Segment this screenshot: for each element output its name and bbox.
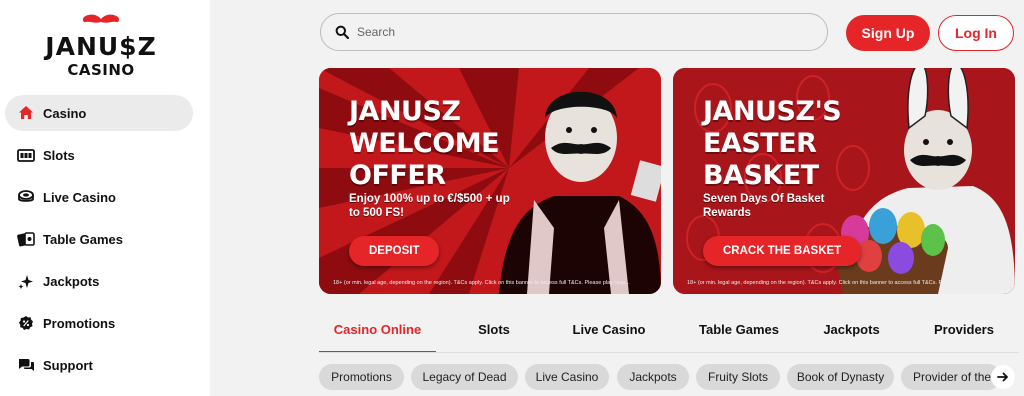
sidebar-item-casino[interactable]: Casino	[5, 95, 193, 131]
banner-fine-print: 18+ (or min. legal age, depending on the…	[687, 280, 984, 286]
tab-live-casino[interactable]: Live Casino	[559, 318, 659, 352]
chip-provider-of-the[interactable]: Provider of the	[901, 364, 1001, 390]
sidebar-item-label: Support	[43, 357, 93, 373]
deposit-button[interactable]: DEPOSIT	[349, 236, 440, 266]
sidebar-item-live-casino[interactable]: Live Casino	[5, 179, 193, 215]
search-icon	[335, 25, 349, 39]
banner-title-line: WELCOME	[349, 128, 500, 159]
banner-title-line: EASTER	[703, 128, 817, 159]
tab-casino-online[interactable]: Casino Online	[319, 318, 436, 352]
crack-the-basket-button[interactable]: CRACK THE BASKET	[703, 236, 862, 266]
sidebar-item-label: Casino	[43, 105, 87, 121]
sidebar-item-label: Promotions	[43, 315, 116, 331]
sidebar-item-table-games[interactable]: Table Games	[5, 221, 193, 257]
slot-machine-icon	[17, 146, 35, 164]
chat-icon	[17, 356, 35, 374]
sidebar-item-label: Table Games	[43, 231, 123, 247]
banner-fine-print: 18+ (or min. legal age, depending on the…	[333, 280, 630, 286]
banner-title-line: JANUSZ	[349, 96, 461, 127]
arrow-right-icon	[997, 372, 1008, 382]
sign-up-button[interactable]: Sign Up	[846, 15, 930, 51]
search-input[interactable]	[357, 25, 797, 39]
quick-filter-chips: Promotions Legacy of Dead Live Casino Ja…	[319, 364, 1024, 390]
sidebar-item-label: Live Casino	[43, 189, 116, 205]
sidebar-item-promotions[interactable]: Promotions	[5, 305, 193, 341]
tab-slots[interactable]: Slots	[454, 318, 534, 352]
live-chip-icon	[17, 188, 35, 206]
chip-promotions[interactable]: Promotions	[319, 364, 404, 390]
tabs-divider	[319, 352, 1019, 353]
home-icon	[17, 104, 35, 122]
banner-subtitle: Enjoy 100% up to €/$500 + up to 500 FS!	[349, 193, 510, 219]
banner-title: JANUSZ WELCOME OFFER	[349, 96, 500, 192]
sidebar: JANU$Z CASINO Casino Slots Live Casino T…	[0, 0, 210, 396]
app-root: JANU$Z CASINO Casino Slots Live Casino T…	[0, 0, 1024, 396]
logo-subtitle: CASINO	[67, 61, 135, 79]
tab-providers[interactable]: Providers	[914, 318, 1014, 352]
chip-live-casino[interactable]: Live Casino	[525, 364, 609, 390]
sparkle-icon	[17, 272, 35, 290]
chip-book-of-dynasty[interactable]: Book of Dynasty	[787, 364, 894, 390]
chip-fruity-slots[interactable]: Fruity Slots	[696, 364, 780, 390]
mustache-icon	[82, 14, 120, 23]
log-in-button[interactable]: Log In	[938, 15, 1014, 51]
casino-logo[interactable]: JANU$Z CASINO	[36, 10, 166, 80]
logo-wordmark: JANU$Z	[45, 32, 157, 61]
sidebar-item-label: Slots	[43, 147, 75, 163]
banner-title-line: BASKET	[703, 160, 819, 191]
cards-icon	[17, 230, 35, 248]
search-bar[interactable]	[320, 13, 828, 51]
category-tabs: Casino Online Slots Live Casino Table Ga…	[319, 318, 1019, 354]
tab-table-games[interactable]: Table Games	[674, 318, 804, 352]
chip-legacy-of-dead[interactable]: Legacy of Dead	[411, 364, 518, 390]
banner-title-line: OFFER	[349, 160, 446, 191]
banner-title: JANUSZ'S EASTER BASKET	[703, 96, 842, 192]
banner-title-line: JANUSZ'S	[703, 96, 842, 127]
welcome-offer-banner[interactable]: JANUSZ WELCOME OFFER Enjoy 100% up to €/…	[319, 68, 661, 294]
banner-subtitle: Seven Days Of Basket Rewards	[703, 193, 825, 219]
sidebar-item-label: Jackpots	[43, 273, 100, 289]
chips-scroll-right-button[interactable]	[991, 365, 1015, 389]
sidebar-item-jackpots[interactable]: Jackpots	[5, 263, 193, 299]
sidebar-item-slots[interactable]: Slots	[5, 137, 193, 173]
easter-basket-banner[interactable]: JANUSZ'S EASTER BASKET Seven Days Of Bas…	[673, 68, 1015, 294]
sidebar-item-support[interactable]: Support	[5, 347, 193, 383]
tab-jackpots[interactable]: Jackpots	[804, 318, 899, 352]
sidebar-nav: Casino Slots Live Casino Table Games Jac…	[5, 95, 193, 389]
chip-jackpots[interactable]: Jackpots	[617, 364, 689, 390]
badge-icon	[17, 314, 35, 332]
